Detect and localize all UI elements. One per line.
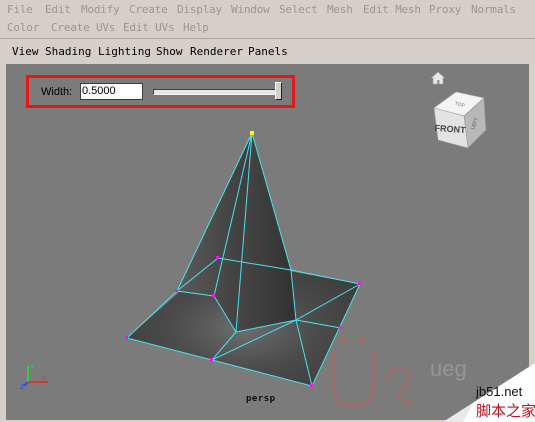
- menu-display[interactable]: Display: [177, 3, 222, 16]
- width-input[interactable]: 0.5000: [80, 83, 143, 100]
- panel-menu-lighting[interactable]: Lighting: [98, 45, 151, 58]
- panel-menu-bar: View Shading Lighting Show Renderer Panels: [0, 43, 535, 61]
- width-slider-track[interactable]: [153, 89, 281, 95]
- site-watermark-name: 脚本之家: [476, 403, 535, 420]
- panel-menu-shading[interactable]: Shading: [45, 45, 91, 58]
- axis-gizmo-icon: x y z: [20, 361, 48, 390]
- axis-y-label: y: [30, 361, 35, 370]
- main-menu-bar: File Edit Modify Create Display Window Select M…: [0, 0, 535, 18]
- menu-select[interactable]: Select: [279, 3, 318, 16]
- menu-separator: [0, 38, 535, 39]
- panel-menu-renderer[interactable]: Renderer: [190, 45, 243, 58]
- menu-mesh[interactable]: Mesh: [327, 3, 353, 16]
- panel-menu-panels[interactable]: Panels: [248, 45, 288, 58]
- menu-create-uvs[interactable]: Create UVs: [51, 21, 115, 34]
- menu-modify[interactable]: Modify: [81, 3, 120, 16]
- home-icon[interactable]: [430, 71, 446, 85]
- panel-menu-view[interactable]: View: [12, 45, 39, 58]
- menu-color[interactable]: Color: [7, 21, 39, 34]
- menu-edit-uvs[interactable]: Edit UVs: [123, 21, 175, 34]
- width-label: Width:: [41, 86, 73, 98]
- camera-name-label: persp: [246, 394, 276, 404]
- menu-file[interactable]: File: [7, 3, 33, 16]
- view-cube[interactable]: FRONT TOP LEFT: [428, 86, 492, 152]
- menu-edit[interactable]: Edit: [45, 3, 71, 16]
- selected-vertex[interactable]: [250, 131, 254, 135]
- menu-help[interactable]: Help: [183, 21, 209, 34]
- axis-x-label: x: [42, 373, 47, 382]
- menu-edit-mesh[interactable]: Edit Mesh: [363, 3, 421, 16]
- menu-window[interactable]: Window: [231, 3, 270, 16]
- menu-normals[interactable]: Normals: [471, 3, 516, 16]
- panel-menu-show[interactable]: Show: [156, 45, 183, 58]
- menu-create[interactable]: Create: [129, 3, 168, 16]
- site-watermark-url: jb51.net: [476, 384, 523, 399]
- main-menu-bar-row-2: Color Create UVs Edit UVs Help: [0, 18, 535, 36]
- menu-proxy[interactable]: Proxy: [429, 3, 461, 16]
- axis-z-label: z: [20, 382, 24, 390]
- width-slider-handle[interactable]: [275, 82, 283, 100]
- width-tool-settings: Width: 0.5000: [26, 75, 295, 108]
